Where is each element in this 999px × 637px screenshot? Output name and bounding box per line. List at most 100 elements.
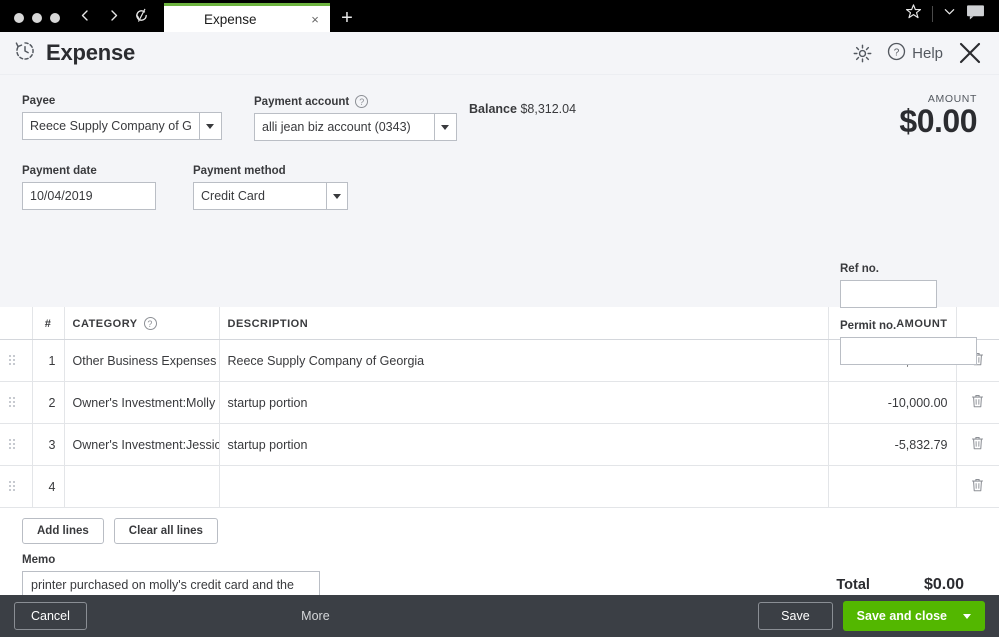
drag-handle-icon[interactable] — [8, 479, 17, 491]
payment-method-combobox[interactable] — [193, 182, 348, 210]
line-number-cell: 4 — [32, 465, 65, 508]
payment-date-field-group: Payment date — [22, 165, 156, 210]
header-line-number: # — [31, 307, 64, 340]
delete-line-cell[interactable] — [956, 423, 999, 466]
payment-account-label: Payment account ? — [254, 95, 457, 108]
payment-account-label-text: Payment account — [254, 95, 350, 108]
save-and-close-label: Save and close — [856, 609, 947, 623]
balance-value: $8,312.04 — [520, 102, 577, 116]
payment-method-label: Payment method — [193, 165, 286, 177]
line-number-cell: 3 — [32, 423, 65, 466]
table-row[interactable]: 4 — [0, 465, 999, 508]
category-cell[interactable]: Owner's Investment:Molly Own — [64, 381, 220, 424]
memo-label: Memo — [22, 554, 56, 566]
line-actions: Add lines Clear all lines — [0, 508, 999, 544]
clear-all-lines-button[interactable]: Clear all lines — [113, 518, 218, 544]
payee-input[interactable] — [23, 113, 199, 139]
payee-combobox[interactable] — [22, 112, 222, 140]
reference-fields: Ref no. Permit no. — [840, 263, 977, 365]
header-category-text: CATEGORY — [72, 317, 138, 330]
header-drag-column — [0, 307, 32, 340]
amount-summary: AMOUNT $0.00 — [899, 93, 977, 139]
description-cell[interactable]: startup portion — [219, 381, 829, 424]
question-circle-icon: ? — [887, 42, 906, 65]
payee-field-group: Payee — [22, 95, 222, 140]
tab-close-icon[interactable]: × — [308, 12, 322, 27]
add-lines-button[interactable]: Add lines — [22, 518, 104, 544]
payment-date-input[interactable] — [22, 182, 156, 210]
payment-method-input[interactable] — [194, 183, 326, 209]
forward-arrow-icon[interactable] — [100, 4, 126, 26]
amount-cell[interactable]: -10,000.00 — [828, 381, 957, 424]
save-and-close-button[interactable]: Save and close — [842, 601, 985, 631]
chevron-down-icon[interactable] — [962, 613, 971, 619]
total-row: Total $0.00 — [836, 554, 977, 594]
payee-label: Payee — [22, 95, 56, 107]
more-button[interactable]: More — [301, 609, 329, 623]
category-cell[interactable]: Owner's Investment:Jessica Ow — [64, 423, 220, 466]
trash-icon[interactable] — [970, 435, 985, 454]
table-row[interactable]: 3Owner's Investment:Jessica Owstartup po… — [0, 423, 999, 466]
app-header: Expense ? Help — [0, 32, 999, 75]
drag-handle-cell[interactable] — [0, 339, 33, 382]
permit-no-label: Permit no. — [840, 320, 897, 332]
description-cell[interactable]: Reece Supply Company of Georgia — [219, 339, 829, 382]
description-cell[interactable] — [219, 465, 829, 508]
back-arrow-icon[interactable] — [72, 4, 98, 26]
browser-tab-expense[interactable]: Expense × — [164, 3, 330, 32]
svg-text:?: ? — [894, 47, 900, 58]
drag-handle-icon[interactable] — [8, 353, 17, 365]
window-minimize-dot[interactable] — [32, 13, 42, 23]
drag-handle-cell[interactable] — [0, 381, 33, 424]
drag-handle-icon[interactable] — [8, 395, 17, 407]
reload-icon[interactable] — [128, 4, 154, 26]
payee-dropdown-caret-icon[interactable] — [198, 113, 221, 139]
tab-title: Expense — [204, 11, 257, 27]
comment-icon[interactable] — [966, 4, 985, 25]
payment-account-combobox[interactable] — [254, 113, 457, 141]
question-circle-icon[interactable]: ? — [143, 317, 157, 330]
amount-cell[interactable]: -5,832.79 — [828, 423, 957, 466]
payment-account-field-group: Payment account ? — [254, 95, 457, 141]
trash-icon[interactable] — [970, 477, 985, 496]
category-cell[interactable] — [64, 465, 220, 508]
help-button[interactable]: ? Help — [887, 42, 943, 65]
page-title: Expense — [46, 40, 136, 65]
expense-form: Payee Payment account ? Balance $8,312.0… — [0, 75, 999, 365]
new-tab-button[interactable]: + — [330, 8, 364, 32]
total-value: $0.00 — [923, 576, 964, 593]
gear-icon[interactable] — [852, 43, 873, 64]
window-controls[interactable] — [0, 13, 72, 32]
cancel-button[interactable]: Cancel — [14, 602, 87, 630]
close-icon[interactable] — [957, 40, 983, 66]
payment-method-field-group: Payment method — [193, 165, 348, 210]
transaction-history-icon[interactable] — [14, 40, 36, 67]
question-circle-icon[interactable]: ? — [355, 95, 369, 108]
drag-handle-cell[interactable] — [0, 465, 33, 508]
payment-account-dropdown-caret-icon[interactable] — [433, 114, 456, 140]
permit-no-field-group: Permit no. — [840, 320, 977, 365]
category-cell[interactable]: Other Business Expenses — [64, 339, 220, 382]
chevron-down-icon[interactable] — [943, 5, 956, 23]
star-icon[interactable] — [905, 3, 922, 25]
total-label: Total — [836, 577, 870, 593]
save-button[interactable]: Save — [758, 602, 833, 630]
ref-no-input[interactable] — [840, 280, 937, 308]
description-cell[interactable]: startup portion — [219, 423, 829, 466]
help-label: Help — [912, 44, 943, 62]
permit-no-input[interactable] — [840, 337, 977, 365]
drag-handle-icon[interactable] — [8, 437, 17, 449]
window-maximize-dot[interactable] — [50, 13, 60, 23]
table-row[interactable]: 2Owner's Investment:Molly Ownstartup por… — [0, 381, 999, 424]
window-close-dot[interactable] — [14, 13, 24, 23]
browser-tab-bar: Expense × + — [0, 0, 999, 32]
payment-account-input[interactable] — [255, 114, 434, 140]
trash-icon[interactable] — [970, 393, 985, 412]
action-footer: Cancel More Save Save and close — [0, 595, 999, 637]
line-number-cell: 1 — [32, 339, 65, 382]
payment-method-dropdown-caret-icon[interactable] — [325, 183, 347, 209]
delete-line-cell[interactable] — [956, 465, 999, 508]
delete-line-cell[interactable] — [956, 381, 999, 424]
amount-cell[interactable] — [828, 465, 957, 508]
drag-handle-cell[interactable] — [0, 423, 33, 466]
